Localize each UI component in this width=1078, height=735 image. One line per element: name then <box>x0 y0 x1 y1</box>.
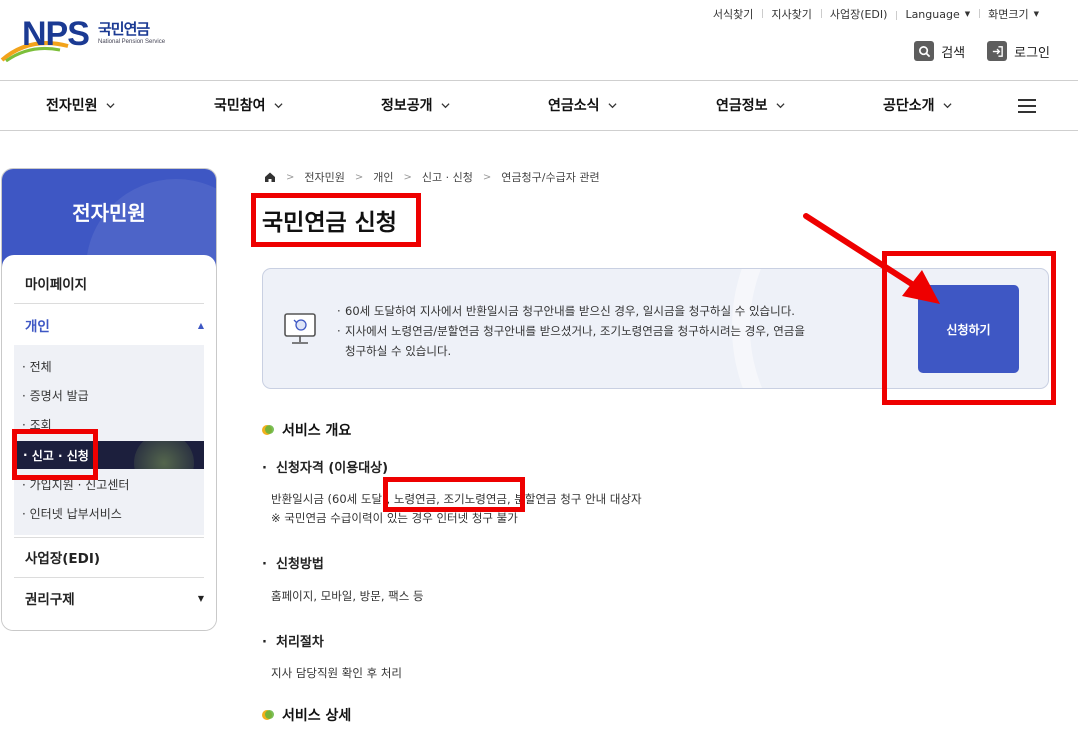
side-sub-certificate[interactable]: · 증명서 발급 <box>22 387 89 404</box>
side-item-personal[interactable]: 개인 ▲ <box>25 315 204 335</box>
side-sub-all[interactable]: · 전체 <box>22 358 52 375</box>
side-menu: 전자민원 마이페이지 개인 ▲ · 전체 · 증명서 발급 · 조회 · 신고 ·… <box>1 168 217 631</box>
gnb-item-pension-info[interactable]: 연금정보 <box>716 95 785 115</box>
side-sub-support-center[interactable]: · 가입지원 · 신고센터 <box>22 476 129 493</box>
gnb-item-e-civil[interactable]: 전자민원 <box>46 95 115 115</box>
gnb-item-about[interactable]: 공단소개 <box>883 95 952 115</box>
info-box: 60세 도달하여 지사에서 반환일시금 청구안내를 받으신 경우, 일시금을 청… <box>262 268 1049 389</box>
util-language[interactable]: Language ▼ <box>896 8 979 21</box>
breadcrumb: > 전자민원 > 개인 > 신고 · 신청 > 연금청구/수급자 관련 <box>264 169 600 185</box>
login-button[interactable]: 로그인 <box>987 41 1050 61</box>
caret-up-icon: ▲ <box>197 320 204 330</box>
process-text: 지사 담당직원 확인 후 처리 <box>271 666 403 680</box>
side-menu-title: 전자민원 <box>72 201 146 225</box>
breadcrumb-separator-icon: > <box>482 171 492 183</box>
process-title: · 처리절차 <box>262 635 324 650</box>
side-sub-report-apply[interactable]: · 신고 · 신청 <box>14 441 204 469</box>
logo-text: NPS <box>22 15 90 53</box>
eligibility-note: ※ 국민연금 수급이력이 있는 경우 인터넷 청구 불가 <box>271 511 518 525</box>
computer-icon <box>284 313 316 344</box>
chevron-down-icon <box>607 102 617 108</box>
menu-icon[interactable] <box>1018 99 1036 113</box>
side-item-mypage[interactable]: 마이페이지 <box>25 273 204 293</box>
divider <box>14 537 204 538</box>
breadcrumb-separator-icon: > <box>286 171 295 183</box>
caret-down-icon: ▼ <box>197 593 204 603</box>
breadcrumb-item[interactable]: 신고 · 신청 <box>422 169 473 185</box>
util-edi[interactable]: 사업장(EDI) <box>820 6 897 22</box>
method-title: · 신청방법 <box>262 557 324 572</box>
info-line-2: 지사에서 노령연금/분할연금 청구안내를 받으셨거나, 조기노령연금을 청구하시… <box>337 321 805 341</box>
divider <box>14 303 204 304</box>
caret-down-icon: ▼ <box>964 10 971 18</box>
utility-links: 서식찾기 지사찾기 사업장(EDI) Language ▼ 화면크기 ▼ <box>704 6 1048 22</box>
search-icon <box>914 41 935 61</box>
side-menu-header: 전자민원 <box>2 169 216 267</box>
side-item-edi[interactable]: 사업장(EDI) <box>25 547 204 567</box>
search-label: 검색 <box>941 45 966 61</box>
nps-logo[interactable]: NPS 국민연금 National Pension Service <box>0 14 175 62</box>
gnb-item-disclosure[interactable]: 정보공개 <box>381 95 450 115</box>
chevron-down-icon <box>440 102 450 108</box>
gnb-item-news[interactable]: 연금소식 <box>548 95 617 115</box>
side-item-rights[interactable]: 권리구제 ▼ <box>25 588 204 608</box>
breadcrumb-item-current: 연금청구/수급자 관련 <box>501 171 600 184</box>
side-sub-inquiry[interactable]: · 조회 <box>22 416 52 433</box>
divider <box>14 577 204 578</box>
section-title-detail: 서비스 상세 <box>262 705 351 725</box>
gnb-item-participation[interactable]: 국민참여 <box>214 95 283 115</box>
logo-name-en: National Pension Service <box>98 39 166 45</box>
side-sub-internet-payment[interactable]: · 인터넷 납부서비스 <box>22 505 122 522</box>
chevron-down-icon <box>775 102 785 108</box>
chevron-down-icon <box>273 102 283 108</box>
info-line-3: 청구하실 수 있습니다. <box>345 344 452 358</box>
header-actions: 검색 로그인 <box>914 41 1050 61</box>
chevron-down-icon <box>942 102 952 108</box>
section-bullet-icon <box>262 424 274 436</box>
info-text: 60세 도달하여 지사에서 반환일시금 청구안내를 받으신 경우, 일시금을 청… <box>337 301 805 361</box>
breadcrumb-separator-icon: > <box>354 171 364 183</box>
chevron-down-icon <box>105 102 115 108</box>
login-label: 로그인 <box>1014 45 1050 61</box>
util-find-branch[interactable]: 지사찾기 <box>762 6 820 22</box>
section-bullet-icon <box>262 709 274 721</box>
method-text: 홈페이지, 모바일, 방문, 팩스 등 <box>271 589 424 603</box>
info-line-1: 60세 도달하여 지사에서 반환일시금 청구안내를 받으신 경우, 일시금을 청… <box>337 301 805 321</box>
logo-name-kr: 국민연금 <box>98 20 150 38</box>
caret-down-icon: ▼ <box>1033 10 1039 18</box>
eligibility-title: · 신청자격 (이용대상) <box>262 461 389 476</box>
search-button[interactable]: 검색 <box>914 41 965 61</box>
breadcrumb-item[interactable]: 전자민원 <box>304 169 344 185</box>
breadcrumb-separator-icon: > <box>403 171 412 183</box>
section-title-overview: 서비스 개요 <box>262 420 351 440</box>
global-nav: 전자민원 국민참여 정보공개 연금소식 연금정보 공단소개 <box>0 80 1078 131</box>
page-title: 국민연금 신청 <box>262 210 397 236</box>
util-find-forms[interactable]: 서식찾기 <box>704 6 762 22</box>
home-icon[interactable] <box>264 171 276 183</box>
side-menu-body: 마이페이지 개인 ▲ · 전체 · 증명서 발급 · 조회 · 신고 · 신청 ·… <box>2 255 216 630</box>
login-icon <box>987 41 1008 61</box>
breadcrumb-item[interactable]: 개인 <box>373 169 393 185</box>
apply-button[interactable]: 신청하기 <box>918 285 1019 373</box>
util-screen-size[interactable]: 화면크기 ▼ <box>979 6 1048 22</box>
eligibility-text: 반환일시금 (60세 도달), 노령연금, 조기노령연금, 분할연금 청구 안내… <box>271 492 642 506</box>
